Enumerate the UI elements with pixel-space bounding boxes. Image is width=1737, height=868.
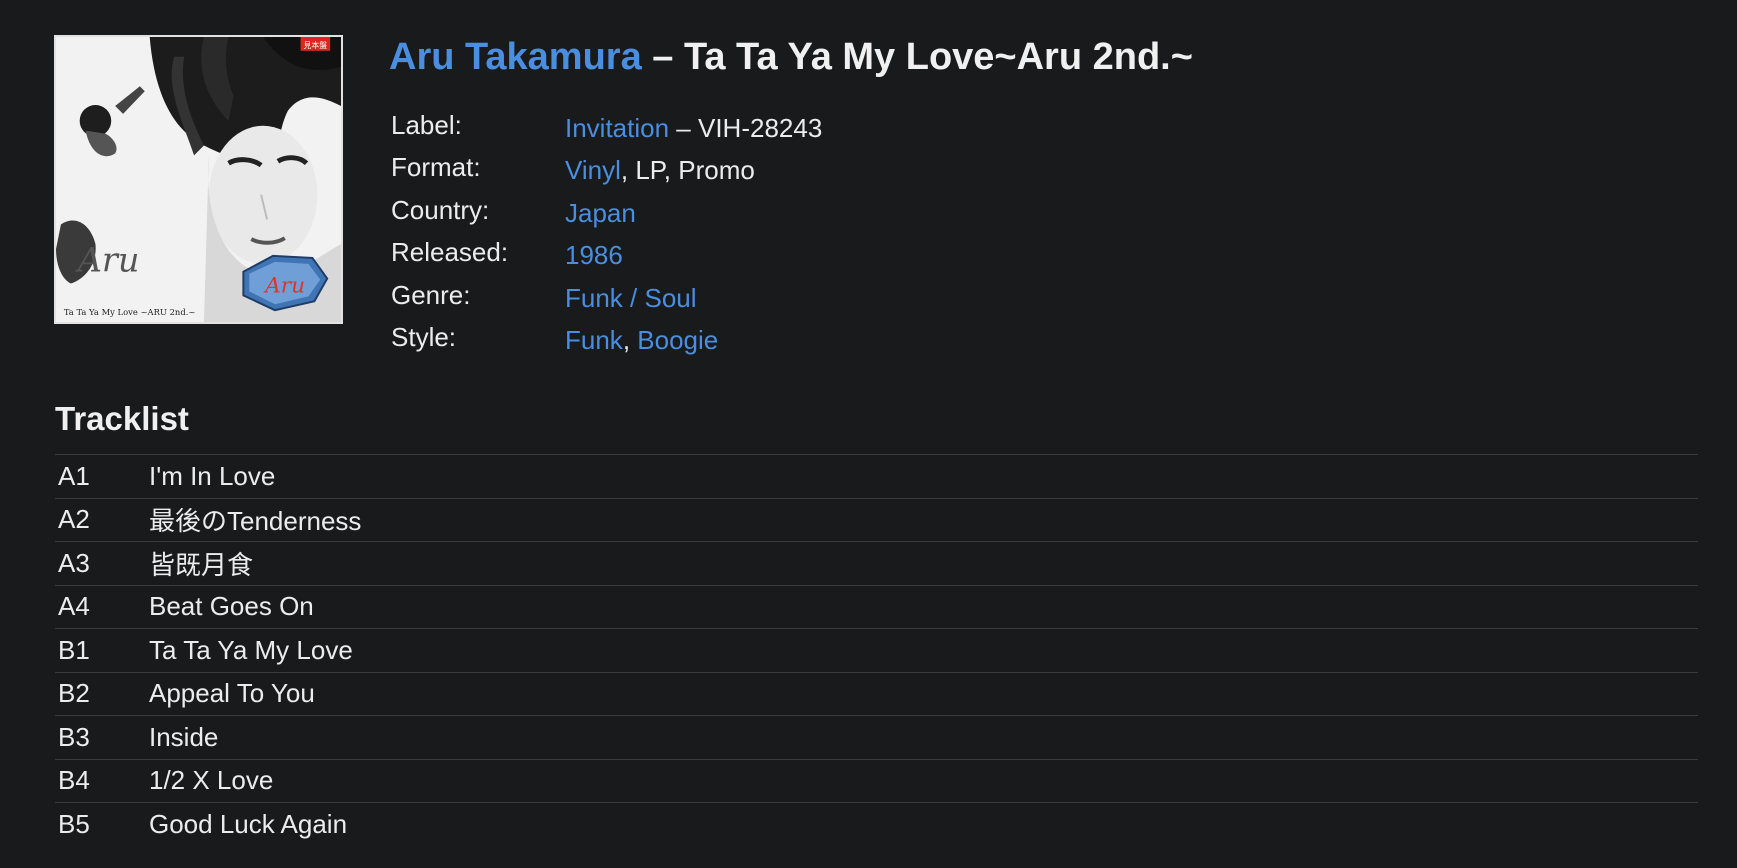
released-year-link[interactable]: 1986 — [565, 240, 623, 270]
release-title-heading: Aru Takamura – Ta Ta Ya My Love~Aru 2nd.… — [389, 34, 1193, 80]
info-row-label: Label: Invitation – VIH-28243 — [391, 110, 822, 152]
track-position: B1 — [58, 634, 90, 665]
info-value-country: Japan — [565, 198, 636, 229]
track-row: A1 I'm In Love — [55, 455, 1698, 499]
track-row: B2 Appeal To You — [55, 673, 1698, 716]
info-row-genre: Genre: Funk / Soul — [391, 280, 822, 322]
track-position: B3 — [58, 721, 90, 752]
info-key-released: Released: — [391, 237, 509, 268]
track-title: Beat Goes On — [149, 591, 314, 622]
info-row-style: Style: Funk, Boogie — [391, 322, 822, 364]
album-cover-image[interactable]: Aru Ta Ta Ya My Love ~ARU 2nd.~ 見本盤 Aru — [54, 35, 343, 324]
info-value-format: Vinyl, LP, Promo — [565, 155, 755, 186]
release-title: Ta Ta Ya My Love~Aru 2nd.~ — [683, 36, 1193, 78]
tracklist-heading: Tracklist — [55, 400, 189, 437]
info-row-released: Released: 1986 — [391, 237, 822, 279]
cover-caption: Ta Ta Ya My Love ~ARU 2nd.~ — [64, 307, 196, 317]
track-row: A3 皆既月食 — [55, 542, 1698, 586]
info-key-label: Label: — [391, 110, 462, 140]
info-key-format: Format: — [391, 152, 481, 183]
release-info-table: Label: Invitation – VIH-28243 Format: Vi… — [391, 110, 822, 364]
artist-link[interactable]: Aru Takamura — [389, 36, 642, 78]
info-key-style: Style: — [391, 321, 457, 352]
cover-script-logo: Aru — [75, 241, 140, 280]
track-title: Good Luck Again — [149, 809, 348, 840]
track-row: A2 最後のTenderness — [55, 499, 1698, 542]
track-title: Ta Ta Ya My Love — [149, 634, 353, 665]
info-value-label: Invitation – VIH-28243 — [565, 113, 822, 144]
info-value-style: Funk, Boogie — [565, 325, 718, 356]
cover-sticker-text: 見本盤 — [304, 40, 328, 50]
track-position: B4 — [58, 765, 90, 796]
track-row: B1 Ta Ta Ya My Love — [55, 629, 1698, 673]
info-value-released: 1986 — [565, 240, 623, 271]
track-title: I'm In Love — [149, 460, 276, 491]
track-title: 皆既月食 — [149, 549, 254, 580]
track-row: B4 1/2 X Love — [55, 760, 1698, 803]
style-link-funk[interactable]: Funk — [565, 325, 623, 355]
info-key-genre: Genre: — [391, 279, 471, 310]
cover-badge-logo: Aru — [263, 273, 305, 298]
style-link-boogie[interactable]: Boogie — [637, 325, 718, 355]
genre-link[interactable]: Funk / Soul — [565, 283, 697, 313]
track-row: A4 Beat Goes On — [55, 586, 1698, 629]
release-page: Aru Ta Ta Ya My Love ~ARU 2nd.~ 見本盤 Aru … — [0, 0, 1737, 868]
tracklist-table: A1 I'm In Love A2 最後のTenderness A3 皆既月食 … — [55, 454, 1698, 847]
track-position: A4 — [58, 591, 90, 622]
track-title: 1/2 X Love — [149, 765, 274, 796]
track-title: Appeal To You — [149, 678, 315, 709]
info-row-country: Country: Japan — [391, 195, 822, 237]
track-row: B5 Good Luck Again — [55, 803, 1698, 847]
track-position: A3 — [58, 547, 90, 578]
info-value-genre: Funk / Soul — [565, 283, 697, 314]
track-position: A2 — [58, 504, 90, 535]
track-title: 最後のTenderness — [149, 506, 362, 537]
title-separator: – — [641, 36, 684, 78]
country-link[interactable]: Japan — [565, 198, 636, 228]
info-row-format: Format: Vinyl, LP, Promo — [391, 152, 822, 194]
track-position: A1 — [58, 460, 90, 491]
track-row: B3 Inside — [55, 716, 1698, 760]
track-position: B5 — [58, 809, 90, 840]
format-details: , LP, Promo — [620, 155, 755, 186]
track-title: Inside — [149, 721, 219, 752]
style-separator: , — [622, 324, 638, 355]
track-position: B2 — [58, 678, 90, 709]
format-link[interactable]: Vinyl — [565, 155, 621, 185]
info-key-country: Country: — [391, 194, 490, 225]
catalog-number: – VIH-28243 — [669, 113, 823, 143]
label-link[interactable]: Invitation — [565, 113, 669, 143]
